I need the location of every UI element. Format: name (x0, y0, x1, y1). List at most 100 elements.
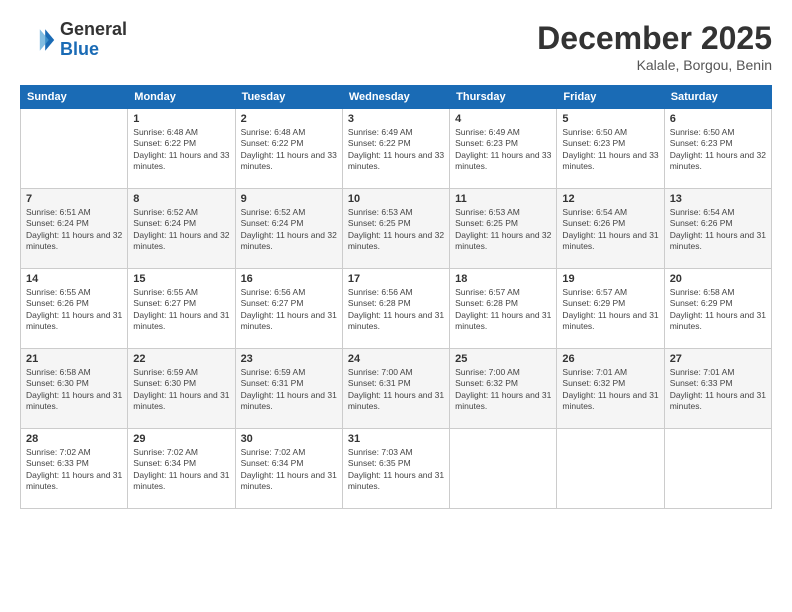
calendar-cell: 14 Sunrise: 6:55 AMSunset: 6:26 PMDayligh… (21, 269, 128, 349)
day-number: 6 (670, 113, 766, 125)
day-number: 25 (455, 353, 551, 365)
calendar-cell: 30 Sunrise: 7:02 AMSunset: 6:34 PMDayligh… (235, 429, 342, 509)
calendar-cell (557, 429, 664, 509)
day-info: Sunrise: 7:03 AMSunset: 6:35 PMDaylight:… (348, 447, 444, 493)
calendar-cell: 10 Sunrise: 6:53 AMSunset: 6:25 PMDayligh… (342, 189, 449, 269)
day-number: 27 (670, 353, 766, 365)
calendar-week-5: 28 Sunrise: 7:02 AMSunset: 6:33 PMDayligh… (21, 429, 772, 509)
calendar-table: SundayMondayTuesdayWednesdayThursdayFrid… (20, 85, 772, 509)
day-info: Sunrise: 6:53 AMSunset: 6:25 PMDaylight:… (455, 207, 551, 253)
calendar-cell: 8 Sunrise: 6:52 AMSunset: 6:24 PMDaylight… (128, 189, 235, 269)
day-number: 15 (133, 273, 229, 285)
calendar-cell (21, 109, 128, 189)
day-info: Sunrise: 6:50 AMSunset: 6:23 PMDaylight:… (670, 127, 766, 173)
day-number: 28 (26, 433, 122, 445)
day-info: Sunrise: 6:53 AMSunset: 6:25 PMDaylight:… (348, 207, 444, 253)
day-number: 22 (133, 353, 229, 365)
day-info: Sunrise: 6:59 AMSunset: 6:30 PMDaylight:… (133, 367, 229, 413)
calendar-cell: 6 Sunrise: 6:50 AMSunset: 6:23 PMDaylight… (664, 109, 771, 189)
calendar-cell: 20 Sunrise: 6:58 AMSunset: 6:29 PMDayligh… (664, 269, 771, 349)
day-info: Sunrise: 6:58 AMSunset: 6:30 PMDaylight:… (26, 367, 122, 413)
day-number: 30 (241, 433, 337, 445)
day-info: Sunrise: 7:02 AMSunset: 6:33 PMDaylight:… (26, 447, 122, 493)
day-info: Sunrise: 7:02 AMSunset: 6:34 PMDaylight:… (133, 447, 229, 493)
day-info: Sunrise: 7:01 AMSunset: 6:33 PMDaylight:… (670, 367, 766, 413)
day-info: Sunrise: 6:52 AMSunset: 6:24 PMDaylight:… (241, 207, 337, 253)
calendar-cell: 24Sunrise: 7:00 AMSunset: 6:31 PMDayligh… (342, 349, 449, 429)
calendar-cell: 9 Sunrise: 6:52 AMSunset: 6:24 PMDaylight… (235, 189, 342, 269)
calendar-cell: 7 Sunrise: 6:51 AMSunset: 6:24 PMDaylight… (21, 189, 128, 269)
day-info: Sunrise: 6:49 AMSunset: 6:23 PMDaylight:… (455, 127, 551, 173)
day-info: Sunrise: 6:54 AMSunset: 6:26 PMDaylight:… (670, 207, 766, 253)
calendar-cell: 12 Sunrise: 6:54 AMSunset: 6:26 PMDayligh… (557, 189, 664, 269)
calendar-cell: 29 Sunrise: 7:02 AMSunset: 6:34 PMDayligh… (128, 429, 235, 509)
calendar-cell: 2Sunrise: 6:48 AMSunset: 6:22 PMDaylight… (235, 109, 342, 189)
calendar-cell: 22 Sunrise: 6:59 AMSunset: 6:30 PMDayligh… (128, 349, 235, 429)
day-info: Sunrise: 6:51 AMSunset: 6:24 PMDaylight:… (26, 207, 122, 253)
calendar-cell (664, 429, 771, 509)
day-info: Sunrise: 7:00 AMSunset: 6:32 PMDaylight:… (455, 367, 551, 413)
day-info: Sunrise: 6:55 AMSunset: 6:27 PMDaylight:… (133, 287, 229, 333)
day-number: 21 (26, 353, 122, 365)
day-number: 19 (562, 273, 658, 285)
day-number: 2 (241, 113, 337, 125)
calendar-header-tuesday: Tuesday (235, 86, 342, 109)
calendar-cell: 17 Sunrise: 6:56 AMSunset: 6:28 PMDayligh… (342, 269, 449, 349)
calendar-week-4: 21 Sunrise: 6:58 AMSunset: 6:30 PMDayligh… (21, 349, 772, 429)
day-info: Sunrise: 7:02 AMSunset: 6:34 PMDaylight:… (241, 447, 337, 493)
calendar-cell: 5Sunrise: 6:50 AMSunset: 6:23 PMDaylight… (557, 109, 664, 189)
calendar-cell: 1Sunrise: 6:48 AMSunset: 6:22 PMDaylight… (128, 109, 235, 189)
calendar-cell: 23Sunrise: 6:59 AMSunset: 6:31 PMDayligh… (235, 349, 342, 429)
calendar-cell: 4 Sunrise: 6:49 AMSunset: 6:23 PMDaylight… (450, 109, 557, 189)
calendar-cell (450, 429, 557, 509)
day-info: Sunrise: 6:57 AMSunset: 6:28 PMDaylight:… (455, 287, 551, 333)
calendar-week-2: 7 Sunrise: 6:51 AMSunset: 6:24 PMDaylight… (21, 189, 772, 269)
calendar-cell: 13 Sunrise: 6:54 AMSunset: 6:26 PMDayligh… (664, 189, 771, 269)
calendar-cell: 21 Sunrise: 6:58 AMSunset: 6:30 PMDayligh… (21, 349, 128, 429)
calendar-week-3: 14 Sunrise: 6:55 AMSunset: 6:26 PMDayligh… (21, 269, 772, 349)
day-number: 9 (241, 193, 337, 205)
day-number: 4 (455, 113, 551, 125)
day-number: 18 (455, 273, 551, 285)
day-number: 10 (348, 193, 444, 205)
day-number: 8 (133, 193, 229, 205)
day-info: Sunrise: 7:00 AMSunset: 6:31 PMDaylight:… (348, 367, 444, 413)
calendar-header-friday: Friday (557, 86, 664, 109)
calendar-body: 1Sunrise: 6:48 AMSunset: 6:22 PMDaylight… (21, 109, 772, 509)
day-number: 31 (348, 433, 444, 445)
day-number: 23 (241, 353, 337, 365)
calendar-cell: 18 Sunrise: 6:57 AMSunset: 6:28 PMDayligh… (450, 269, 557, 349)
calendar-cell: 28 Sunrise: 7:02 AMSunset: 6:33 PMDayligh… (21, 429, 128, 509)
calendar-week-1: 1Sunrise: 6:48 AMSunset: 6:22 PMDaylight… (21, 109, 772, 189)
day-number: 13 (670, 193, 766, 205)
month-title: December 2025 (537, 20, 772, 57)
calendar-header-row: SundayMondayTuesdayWednesdayThursdayFrid… (21, 86, 772, 109)
location: Kalale, Borgou, Benin (537, 57, 772, 73)
day-number: 17 (348, 273, 444, 285)
calendar-cell: 25 Sunrise: 7:00 AMSunset: 6:32 PMDayligh… (450, 349, 557, 429)
day-info: Sunrise: 6:57 AMSunset: 6:29 PMDaylight:… (562, 287, 658, 333)
day-info: Sunrise: 6:56 AMSunset: 6:28 PMDaylight:… (348, 287, 444, 333)
day-number: 29 (133, 433, 229, 445)
day-info: Sunrise: 6:58 AMSunset: 6:29 PMDaylight:… (670, 287, 766, 333)
calendar-cell: 15 Sunrise: 6:55 AMSunset: 6:27 PMDayligh… (128, 269, 235, 349)
calendar-cell: 3Sunrise: 6:49 AMSunset: 6:22 PMDaylight… (342, 109, 449, 189)
day-info: Sunrise: 6:48 AMSunset: 6:22 PMDaylight:… (133, 127, 229, 173)
day-number: 12 (562, 193, 658, 205)
day-number: 20 (670, 273, 766, 285)
calendar-cell: 27 Sunrise: 7:01 AMSunset: 6:33 PMDayligh… (664, 349, 771, 429)
logo: General Blue (20, 20, 127, 60)
day-info: Sunrise: 6:55 AMSunset: 6:26 PMDaylight:… (26, 287, 122, 333)
calendar-header-monday: Monday (128, 86, 235, 109)
day-number: 14 (26, 273, 122, 285)
day-number: 16 (241, 273, 337, 285)
page: General Blue December 2025 Kalale, Borgo… (0, 0, 792, 612)
day-number: 7 (26, 193, 122, 205)
calendar-header-wednesday: Wednesday (342, 86, 449, 109)
calendar-header-thursday: Thursday (450, 86, 557, 109)
day-info: Sunrise: 6:54 AMSunset: 6:26 PMDaylight:… (562, 207, 658, 253)
calendar-cell: 11Sunrise: 6:53 AMSunset: 6:25 PMDayligh… (450, 189, 557, 269)
day-info: Sunrise: 6:50 AMSunset: 6:23 PMDaylight:… (562, 127, 658, 173)
day-info: Sunrise: 6:52 AMSunset: 6:24 PMDaylight:… (133, 207, 229, 253)
calendar-header-saturday: Saturday (664, 86, 771, 109)
